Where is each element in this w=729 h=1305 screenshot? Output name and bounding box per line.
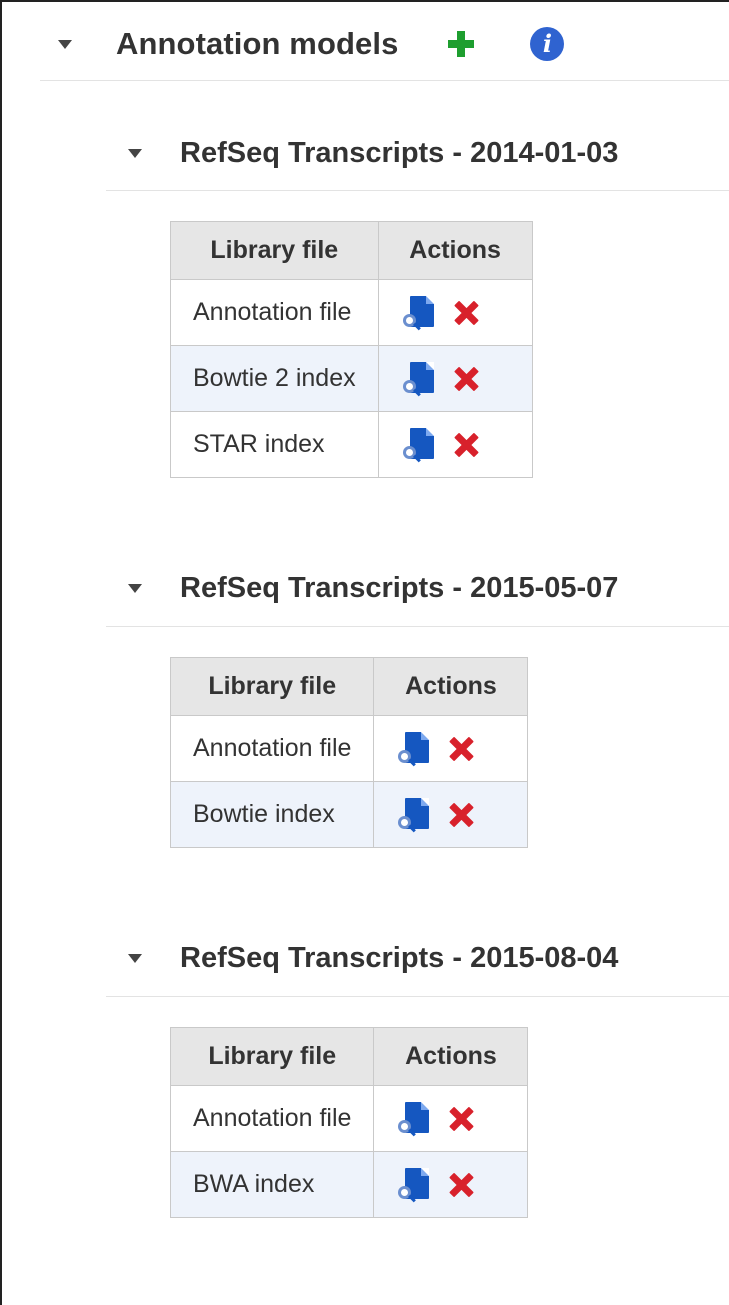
caret-down-icon[interactable] (128, 148, 142, 158)
row-actions (401, 295, 510, 330)
delete-icon[interactable] (446, 800, 476, 830)
annotation-group-title: RefSeq Transcripts - 2014-01-03 (180, 136, 619, 169)
annotation-models-panel: Annotation models i RefSeq Transcripts -… (0, 0, 729, 1305)
delete-icon[interactable] (446, 1104, 476, 1134)
view-file-icon[interactable] (398, 1167, 432, 1202)
group-divider (106, 190, 729, 191)
group-divider (106, 626, 729, 627)
actions-cell (377, 279, 533, 346)
delete-icon[interactable] (446, 1170, 476, 1200)
table-row: Bowtie 2 index (170, 345, 533, 412)
actions-cell (373, 781, 529, 848)
view-file-icon[interactable] (402, 295, 437, 330)
actions-column-header: Actions (373, 1027, 529, 1086)
library-file-column-header: Library file (169, 657, 375, 716)
table-header-row: Library file Actions (169, 657, 529, 716)
annotation-group-title: RefSeq Transcripts - 2015-08-04 (180, 941, 619, 974)
annotation-group-header[interactable]: RefSeq Transcripts - 2015-08-04 (128, 936, 618, 980)
view-file-icon[interactable] (398, 1101, 432, 1136)
info-icon[interactable]: i (530, 27, 565, 61)
annotation-models-title: Annotation models (116, 26, 399, 61)
library-file-cell: BWA index (169, 1151, 375, 1218)
table-row: Annotation file (169, 715, 529, 782)
row-actions (396, 1167, 505, 1202)
delete-icon[interactable] (451, 298, 481, 328)
annotation-models-header: Annotation models i (58, 20, 565, 68)
view-file-icon[interactable] (398, 731, 432, 766)
row-actions (396, 1101, 505, 1136)
actions-column-header: Actions (373, 657, 529, 716)
table-header-row: Library file Actions (170, 221, 533, 280)
view-file-icon[interactable] (402, 427, 437, 462)
delete-icon[interactable] (451, 364, 481, 394)
actions-column-header: Actions (377, 221, 533, 280)
annotation-group-header[interactable]: RefSeq Transcripts - 2014-01-03 (128, 131, 618, 175)
library-file-cell: Bowtie index (169, 781, 375, 848)
table-header-row: Library file Actions (169, 1027, 529, 1086)
actions-cell (373, 1151, 529, 1218)
row-actions (401, 361, 510, 396)
table-row: Annotation file (169, 1085, 529, 1152)
library-file-column-header: Library file (170, 221, 379, 280)
actions-cell (373, 1085, 529, 1152)
table-row: STAR index (170, 411, 533, 478)
actions-cell (377, 411, 533, 478)
library-file-cell: Annotation file (170, 279, 379, 346)
library-file-cell: Bowtie 2 index (170, 345, 379, 412)
library-file-cell: Annotation file (169, 1085, 375, 1152)
table-row: BWA index (169, 1151, 529, 1218)
plus-icon[interactable] (446, 29, 476, 59)
delete-icon[interactable] (451, 430, 481, 460)
table-row: Bowtie index (169, 781, 529, 848)
group-divider (106, 996, 729, 997)
delete-icon[interactable] (446, 734, 476, 764)
annotation-group-title: RefSeq Transcripts - 2015-05-07 (180, 571, 619, 604)
row-actions (396, 797, 505, 832)
library-files-table: Library file Actions Annotation file (170, 221, 533, 478)
library-files-table: Library file Actions Annotation file (169, 657, 529, 848)
library-file-cell: Annotation file (169, 715, 375, 782)
caret-down-icon[interactable] (58, 39, 72, 49)
row-actions (401, 427, 510, 462)
actions-cell (377, 345, 533, 412)
caret-down-icon[interactable] (128, 953, 142, 963)
actions-cell (373, 715, 529, 782)
view-file-icon[interactable] (402, 361, 437, 396)
header-divider (40, 80, 729, 81)
caret-down-icon[interactable] (128, 583, 142, 593)
annotation-group-header[interactable]: RefSeq Transcripts - 2015-05-07 (128, 566, 618, 610)
library-file-column-header: Library file (169, 1027, 375, 1086)
library-files-table: Library file Actions Annotation file (169, 1027, 529, 1218)
view-file-icon[interactable] (398, 797, 432, 832)
table-row: Annotation file (170, 279, 533, 346)
library-file-cell: STAR index (170, 411, 379, 478)
row-actions (396, 731, 505, 766)
